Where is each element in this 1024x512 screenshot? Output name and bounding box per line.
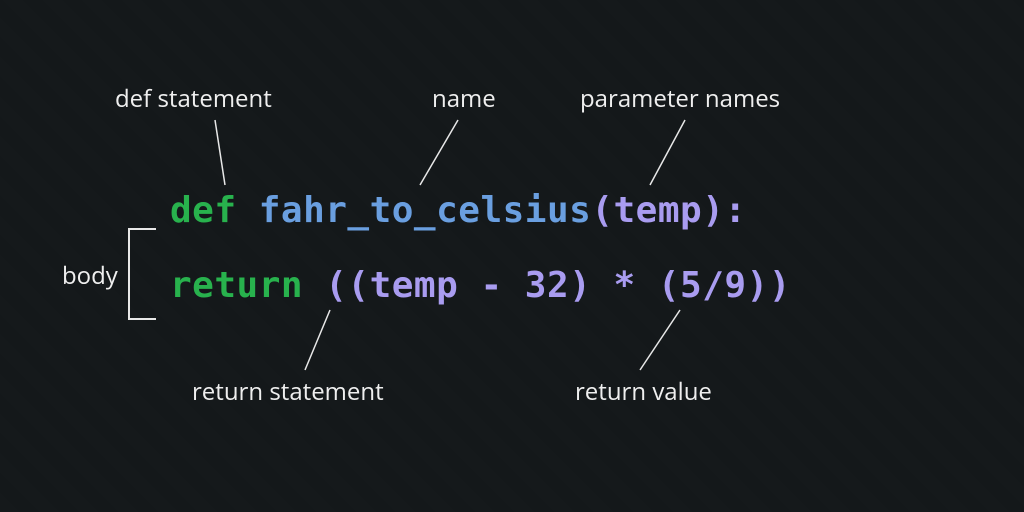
def-keyword: def (170, 190, 237, 231)
label-body: body (62, 262, 118, 291)
return-keyword: return (170, 265, 303, 306)
bracket-vert (128, 228, 130, 318)
space (237, 190, 259, 231)
param-list: (temp): (591, 190, 746, 231)
function-name: fahr_to_celsius (259, 190, 592, 231)
code-line-1: def fahr_to_celsius(temp): (170, 190, 747, 231)
connector-lines (0, 0, 1024, 512)
space2 (303, 265, 325, 306)
label-return-statement: return statement (192, 378, 384, 407)
label-return-value: return value (575, 378, 712, 407)
bracket-bottom (128, 318, 156, 320)
return-expression: ((temp - 32) * (5/9)) (325, 265, 791, 306)
bracket-top (128, 228, 156, 230)
diagram-stage: def statement name parameter names def f… (0, 0, 1024, 512)
code-line-2: return ((temp - 32) * (5/9)) (170, 265, 791, 306)
